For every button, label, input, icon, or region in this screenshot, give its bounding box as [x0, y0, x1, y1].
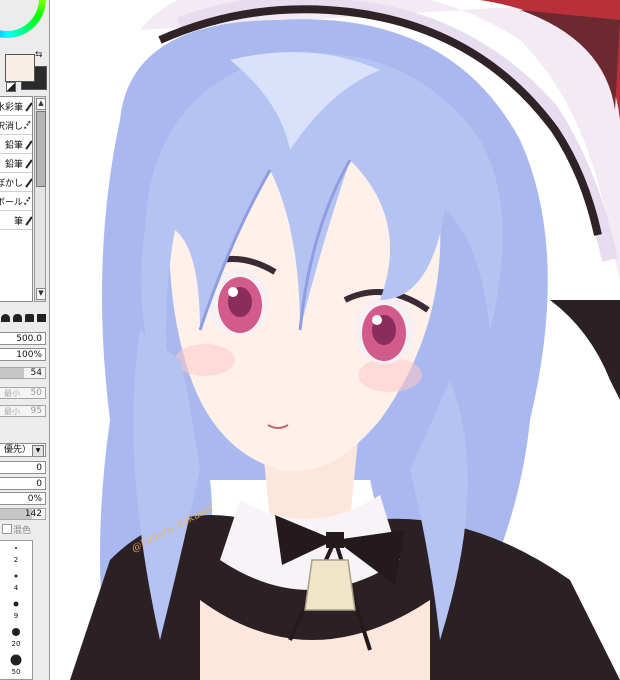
min-density-slider[interactable]: 最小 95 [0, 405, 46, 417]
ballpen-icon [23, 196, 32, 207]
min-size-label: 最小 [4, 389, 20, 398]
swap-colors-icon[interactable]: ⇆ [35, 50, 43, 60]
scroll-up-icon[interactable]: ▲ [36, 98, 46, 110]
dot-size-cell[interactable]: 50 [0, 667, 32, 679]
dot-size-label: 9 [13, 612, 19, 620]
tool-item-label: 筆 [13, 217, 23, 227]
dot-size-cell[interactable] [0, 625, 32, 639]
brush-size-scale-field[interactable]: 100% [0, 348, 46, 361]
dot-size-label: 20 [11, 640, 21, 648]
tool-item-blur[interactable]: ぼかし [0, 173, 32, 192]
param-field-a[interactable]: 0 [0, 461, 46, 474]
soft-shape-icon[interactable] [13, 314, 22, 322]
dot-size-cell[interactable]: 2 [0, 555, 32, 569]
density-slider[interactable]: 54 [0, 367, 46, 379]
square-shape-icon[interactable] [37, 314, 46, 322]
tool-item-pencil[interactable]: 鉛筆 [0, 135, 32, 154]
scroll-down-icon[interactable]: ▼ [36, 288, 46, 300]
tool-item-brush[interactable]: 筆 [0, 211, 32, 230]
min-density-value: 95 [30, 406, 42, 416]
brush-size-field[interactable]: 500.0 [0, 332, 46, 345]
paint-app-window: ⇆ 水彩筆 選択消し 鉛筆 鉛筆 ぼかし [0, 0, 620, 680]
mix-color-checkbox[interactable] [2, 524, 12, 534]
dot-size-cell[interactable] [0, 541, 32, 555]
tool-item-label: ぼかし [0, 179, 23, 189]
artwork-illustration [70, 0, 620, 680]
blend-mode-value: 優先） [3, 445, 31, 455]
dot-size-label: 50 [11, 668, 21, 676]
min-density-label: 最小 [4, 407, 20, 416]
color-wheel[interactable] [0, 0, 46, 38]
dot-size-cell[interactable]: 9 [0, 611, 32, 625]
dot-size-label: 4 [13, 584, 19, 592]
param-field-c[interactable]: 0% [0, 492, 46, 505]
min-size-slider[interactable]: 最小 50 [0, 387, 46, 399]
round-shape-icon[interactable] [1, 314, 10, 322]
brush-size-dot-palette: 2 4 9 20 50 [0, 540, 33, 680]
tool-item-label: 水彩筆 [0, 103, 23, 113]
dot-size-cell[interactable]: 20 [0, 639, 32, 653]
brush-list-scrollbar[interactable]: ▲ ▼ [34, 96, 46, 302]
param-field-b[interactable]: 0 [0, 477, 46, 490]
eraser-icon [23, 120, 32, 131]
dot-size-cell[interactable] [0, 569, 32, 583]
param-slider-d-value: 142 [24, 509, 42, 519]
pencil-icon [25, 140, 32, 150]
tool-item-pencil-2[interactable]: 鉛筆 [0, 154, 32, 173]
brush-tool-list: 水彩筆 選択消し 鉛筆 鉛筆 ぼかし ボール [0, 96, 33, 302]
blend-mode-select[interactable]: 優先） ▼ [0, 443, 46, 457]
chevron-down-icon[interactable]: ▼ [32, 445, 44, 456]
mix-color-option[interactable]: 混色 [0, 522, 49, 536]
reset-colors-icon[interactable] [6, 82, 16, 92]
tool-item-select-eraser[interactable]: 選択消し [0, 116, 32, 135]
flat-shape-icon[interactable] [25, 314, 34, 322]
tool-item-label: 選択消し [0, 122, 23, 132]
brush-shape-selector [0, 314, 49, 324]
tool-item-label: 鉛筆 [4, 141, 23, 151]
brush-icon [25, 102, 32, 112]
tool-item-label: ボール [0, 198, 23, 208]
blur-icon [25, 178, 32, 188]
pencil-icon [25, 159, 32, 169]
tool-item-watercolor[interactable]: 水彩筆 [0, 97, 32, 116]
dot-size-cell[interactable] [0, 597, 32, 611]
tool-panel: ⇆ 水彩筆 選択消し 鉛筆 鉛筆 ぼかし [0, 0, 50, 680]
density-slider-fill [0, 368, 25, 378]
dot-size-label: 2 [13, 556, 19, 564]
param-slider-d[interactable]: 142 [0, 508, 46, 520]
dot-size-cell[interactable] [0, 653, 32, 667]
tool-item-label: 鉛筆 [4, 160, 23, 170]
scrollbar-thumb[interactable] [36, 111, 46, 187]
min-size-value: 50 [30, 388, 42, 398]
density-value: 54 [30, 368, 42, 378]
tool-item-ballpen[interactable]: ボール [0, 192, 32, 211]
drawing-canvas[interactable]: @hanaru_hakusai [50, 0, 620, 680]
mix-color-label: 混色 [13, 526, 32, 536]
foreground-color-swatch[interactable] [5, 54, 35, 82]
brush-icon [25, 216, 32, 226]
dot-size-cell[interactable]: 4 [0, 583, 32, 597]
